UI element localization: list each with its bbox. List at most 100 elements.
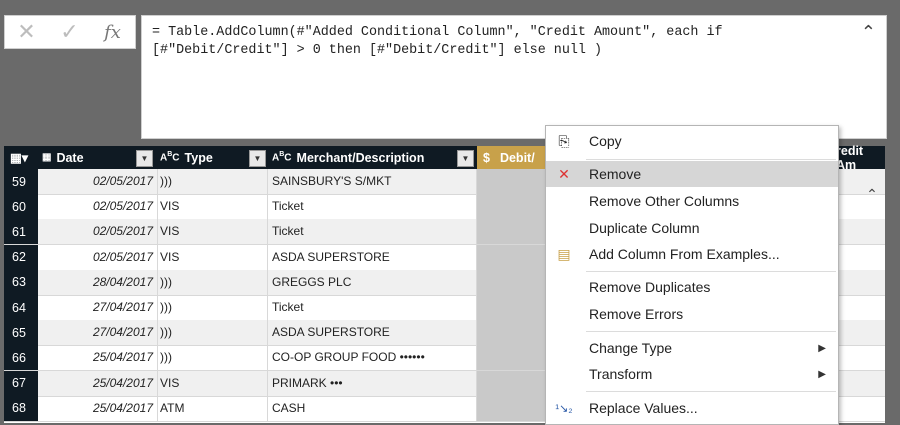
menu-item-label: Duplicate Column — [589, 220, 700, 236]
menu-item-label: Copy — [589, 133, 622, 149]
cell-type[interactable]: ))) — [158, 345, 268, 371]
column-header-date[interactable]: ▦ Date — [42, 146, 84, 169]
cell-debit[interactable] — [477, 395, 551, 421]
cell-date[interactable]: 02/05/2017 — [38, 169, 158, 194]
date-filter-dropdown[interactable]: ▼ — [136, 150, 153, 167]
column-header-credit[interactable]: redit Am — [836, 143, 885, 172]
cell-type[interactable]: VIS — [158, 194, 268, 220]
cell-date[interactable]: 27/04/2017 — [38, 320, 158, 346]
cell-debit[interactable] — [477, 169, 551, 194]
menu-item-add-column-from-examples[interactable]: ▤ Add Column From Examples... — [546, 241, 838, 267]
menu-item-label: Remove — [589, 166, 642, 182]
text-type-icon: ABC — [272, 151, 292, 164]
cancel-formula-button[interactable]: ✕ — [5, 16, 48, 48]
menu-item-remove-duplicates[interactable]: Remove Duplicates — [546, 274, 838, 300]
cell-type[interactable]: VIS — [158, 219, 268, 245]
menu-item-remove-errors[interactable]: Remove Errors — [546, 301, 838, 327]
cell-merchant[interactable]: GREGGS PLC — [268, 269, 477, 295]
chevron-up-icon[interactable]: ⌃ — [861, 22, 876, 43]
merchant-filter-dropdown[interactable]: ▼ — [457, 150, 474, 167]
column-header-type-label: Type — [184, 150, 213, 165]
cell-type[interactable]: VIS — [158, 244, 268, 270]
row-number[interactable]: 60 — [4, 194, 38, 220]
column-header-merchant[interactable]: ABC Merchant/Description — [272, 146, 424, 169]
remove-icon: ✕ — [558, 165, 570, 182]
column-header-date-label: Date — [56, 150, 84, 165]
text-type-icon: ABC — [160, 151, 180, 164]
cell-type[interactable]: ))) — [158, 269, 268, 295]
menu-item-change-type[interactable]: Change Type ▶ — [546, 335, 838, 361]
cell-type[interactable]: ))) — [158, 320, 268, 346]
cell-date[interactable]: 25/04/2017 — [38, 345, 158, 371]
type-filter-dropdown[interactable]: ▼ — [249, 150, 266, 167]
formula-text[interactable]: = Table.AddColumn(#"Added Conditional Co… — [152, 24, 832, 60]
cell-merchant[interactable]: ASDA SUPERSTORE — [268, 244, 477, 270]
row-number[interactable]: 64 — [4, 295, 38, 320]
menu-item-label: Remove Other Columns — [589, 193, 740, 209]
menu-item-remove-other-columns[interactable]: Remove Other Columns — [546, 188, 838, 214]
column-header-type[interactable]: ABC Type — [160, 146, 213, 169]
column-header-credit-label: redit Am — [836, 143, 864, 172]
column-header-debit[interactable]: $ Debit/ — [477, 146, 551, 169]
close-icon: ✕ — [17, 19, 36, 44]
cell-merchant[interactable]: PRIMARK ••• — [268, 370, 477, 396]
cell-merchant[interactable]: Ticket — [268, 219, 477, 245]
cell-type[interactable]: ATM — [158, 395, 268, 421]
submenu-arrow-icon: ▶ — [818, 368, 826, 380]
column-context-menu: ⎘ Copy ✕ Remove Remove Other Columns Dup… — [545, 125, 839, 425]
table-menu-icon[interactable]: ▦▾ — [10, 146, 28, 169]
cell-date[interactable]: 25/04/2017 — [38, 395, 158, 421]
cell-date[interactable]: 02/05/2017 — [38, 244, 158, 270]
row-number[interactable]: 67 — [4, 370, 38, 396]
row-number[interactable]: 59 — [4, 169, 38, 194]
cell-date[interactable]: 27/04/2017 — [38, 295, 158, 320]
cell-merchant[interactable]: Ticket — [268, 295, 477, 320]
menu-item-duplicate-column[interactable]: Duplicate Column — [546, 215, 838, 241]
cell-date[interactable]: 02/05/2017 — [38, 219, 158, 245]
cell-type[interactable]: ))) — [158, 295, 268, 320]
menu-item-transform[interactable]: Transform ▶ — [546, 361, 838, 387]
cell-merchant[interactable]: SAINSBURY'S S/MKT — [268, 169, 477, 194]
menu-item-label: Change Type — [589, 340, 673, 356]
menu-item-label: Remove Duplicates — [589, 279, 711, 295]
menu-item-copy[interactable]: ⎘ Copy — [546, 128, 838, 154]
cell-debit[interactable] — [477, 320, 551, 346]
cell-debit[interactable] — [477, 244, 551, 270]
cell-merchant[interactable]: CO-OP GROUP FOOD •••••• — [268, 345, 477, 371]
row-number[interactable]: 63 — [4, 269, 38, 295]
formula-editor[interactable]: = Table.AddColumn(#"Added Conditional Co… — [141, 15, 887, 139]
cell-type[interactable]: ))) — [158, 169, 268, 194]
menu-item-label: Add Column From Examples... — [589, 246, 780, 262]
cell-merchant[interactable]: ASDA SUPERSTORE — [268, 320, 477, 346]
submenu-arrow-icon: ▶ — [818, 342, 826, 354]
row-number[interactable]: 65 — [4, 320, 38, 346]
calendar-icon: ▦ — [42, 152, 52, 163]
cell-date[interactable]: 28/04/2017 — [38, 269, 158, 295]
column-header-debit-label: Debit/ — [499, 150, 535, 165]
copy-icon: ⎘ — [558, 132, 570, 149]
cell-debit[interactable] — [477, 219, 551, 245]
cell-date[interactable]: 25/04/2017 — [38, 370, 158, 396]
menu-item-label: Replace Values... — [589, 400, 698, 416]
row-number[interactable]: 61 — [4, 219, 38, 245]
cell-type[interactable]: VIS — [158, 370, 268, 396]
cell-debit[interactable] — [477, 295, 551, 320]
insert-function-button[interactable]: fx — [91, 16, 134, 48]
row-number[interactable]: 62 — [4, 244, 38, 270]
cell-debit[interactable] — [477, 194, 551, 220]
scroll-up-icon[interactable]: ⌃ — [862, 186, 882, 206]
cell-merchant[interactable]: CASH — [268, 395, 477, 421]
menu-item-remove[interactable]: ✕ Remove — [546, 161, 838, 187]
currency-icon: $ — [483, 150, 490, 165]
row-number[interactable]: 68 — [4, 395, 38, 421]
replace-values-icon: ¹↘₂ — [555, 402, 573, 415]
cell-date[interactable]: 02/05/2017 — [38, 194, 158, 220]
confirm-formula-button[interactable]: ✓ — [48, 16, 91, 48]
cell-debit[interactable] — [477, 269, 551, 295]
cell-debit[interactable] — [477, 345, 551, 371]
menu-item-replace-values[interactable]: ¹↘₂ Replace Values... — [546, 395, 838, 421]
cell-debit[interactable] — [477, 370, 551, 396]
menu-item-label: Remove Errors — [589, 306, 684, 322]
row-number[interactable]: 66 — [4, 345, 38, 371]
cell-merchant[interactable]: Ticket — [268, 194, 477, 220]
